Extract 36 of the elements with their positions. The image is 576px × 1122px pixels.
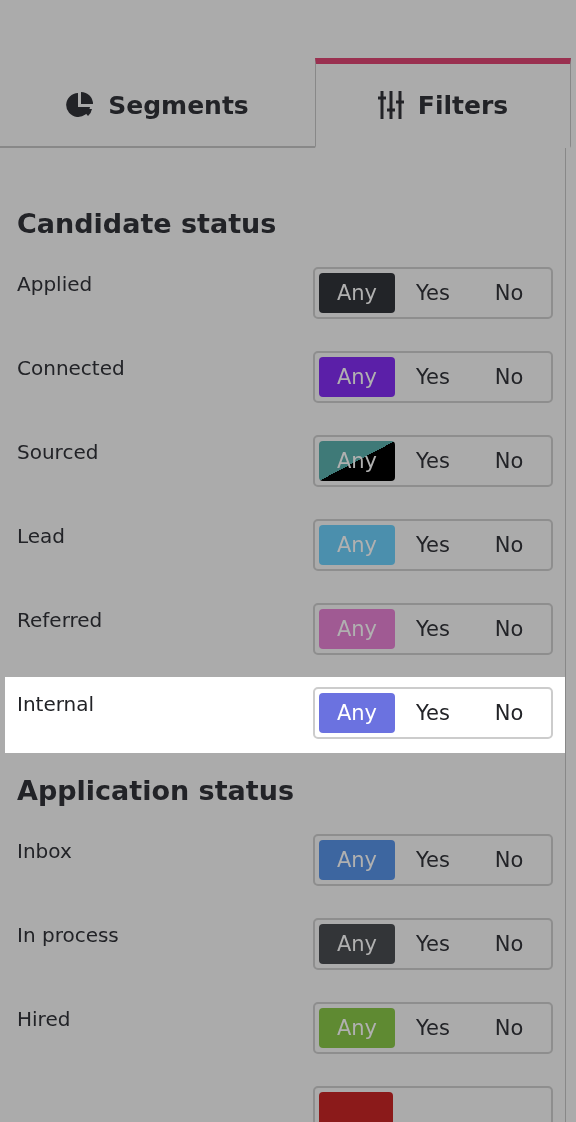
section-title: Application status — [16, 774, 295, 808]
filter-label: Applied — [17, 272, 93, 296]
option-button[interactable]: Yes — [395, 840, 471, 880]
option-button[interactable]: Any — [319, 924, 395, 964]
filter-label: Hired — [17, 1007, 71, 1031]
option-button[interactable]: No — [471, 924, 547, 964]
pie-chart-icon — [66, 91, 95, 119]
sliders-icon — [377, 90, 404, 120]
option-button[interactable]: No — [471, 840, 547, 880]
option-button[interactable]: No — [471, 525, 547, 565]
option-button[interactable]: No — [471, 609, 547, 649]
filter-label: Lead — [17, 524, 66, 548]
filter-label: Referred — [17, 608, 103, 632]
filter-label: Inbox — [17, 839, 72, 863]
filter-label: Connected — [17, 356, 125, 380]
option-button[interactable]: No — [471, 441, 547, 481]
option-button[interactable]: Any — [319, 273, 395, 313]
option-button[interactable]: Any — [319, 357, 395, 397]
option-button[interactable]: Any — [319, 693, 395, 733]
filter-label: Internal — [17, 692, 95, 716]
section-title: Candidate status — [16, 207, 278, 241]
option-button[interactable]: Yes — [395, 525, 471, 565]
filter-label: In process — [17, 923, 119, 947]
filter-label: Sourced — [17, 440, 99, 464]
tab[interactable]: Filters — [315, 58, 571, 148]
option-button[interactable]: Yes — [395, 609, 471, 649]
option-button[interactable]: Yes — [395, 924, 471, 964]
option-button[interactable]: No — [471, 273, 547, 313]
option-button[interactable]: No — [471, 1008, 547, 1048]
option-button[interactable]: No — [471, 693, 547, 733]
option-button[interactable]: Yes — [395, 693, 471, 733]
option-button[interactable]: Yes — [395, 441, 471, 481]
option-button[interactable]: Yes — [395, 357, 471, 397]
option-button[interactable]: Yes — [395, 1008, 471, 1048]
option-button[interactable]: No — [471, 357, 547, 397]
option-button[interactable]: Yes — [395, 273, 471, 313]
